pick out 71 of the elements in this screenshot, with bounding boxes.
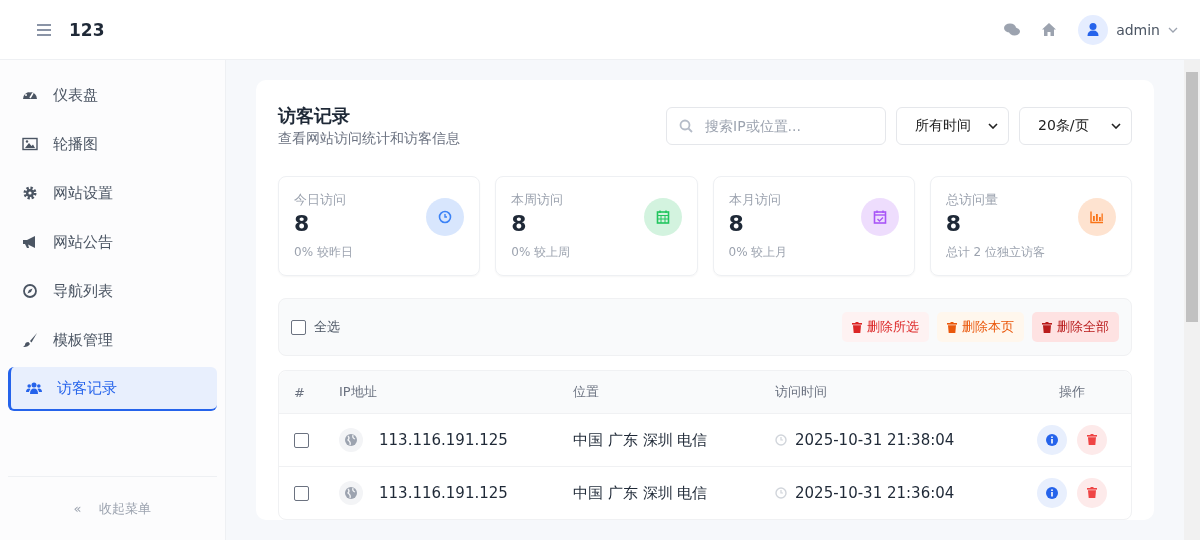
trash-icon[interactable] [1077, 425, 1107, 455]
stat-value: 8 [294, 211, 311, 236]
calendar-icon [643, 198, 682, 236]
ip-address: 113.116.191.125 [379, 431, 508, 449]
search-icon [679, 119, 693, 133]
stat-note: 0% 较上月 [728, 244, 788, 261]
compass-icon [22, 283, 38, 299]
chevron-down-icon [988, 123, 998, 129]
visit-time: 2025-10-31 21:36:04 [795, 484, 955, 502]
trash-icon [947, 321, 957, 333]
ip-address: 113.116.191.125 [379, 484, 508, 502]
globe-icon [339, 428, 363, 452]
image-icon [22, 136, 38, 152]
user-menu[interactable]: admin [1078, 14, 1178, 45]
chevron-down-icon [1168, 26, 1178, 33]
stat-value: 8 [728, 211, 745, 236]
info-icon[interactable] [1037, 478, 1067, 508]
column-header: 操作 [1058, 383, 1086, 401]
chart-icon [1078, 198, 1116, 236]
menu-icon[interactable] [37, 23, 51, 36]
delete-button[interactable]: 删除所选 [842, 312, 929, 342]
stat-note: 总计 2 位独立访客 [945, 244, 1045, 261]
row-checkbox[interactable] [294, 432, 309, 448]
column-header: 访问时间 [775, 383, 828, 401]
stat-label: 本月访问 [728, 191, 782, 209]
home-icon[interactable] [1042, 23, 1057, 36]
stat-note: 0% 较昨日 [294, 244, 353, 261]
users-icon [26, 380, 42, 396]
visit-time: 2025-10-31 21:38:04 [795, 431, 955, 449]
sidebar-item[interactable]: 网站设置 [8, 171, 217, 215]
sidebar-item[interactable]: 轮播图 [8, 122, 217, 166]
sidebar-item[interactable]: 访客记录 [8, 367, 217, 411]
sidebar-item[interactable]: 网站公告 [8, 220, 217, 264]
clock-icon [426, 198, 465, 236]
location-cell-text: 中国 广东 深圳 电信 [573, 430, 709, 450]
stat-value: 8 [511, 211, 528, 236]
column-header: 位置 [573, 383, 600, 401]
delete-button[interactable]: 删除全部 [1032, 312, 1119, 342]
trash-icon[interactable] [1077, 478, 1107, 508]
sidebar-item[interactable]: 导航列表 [8, 269, 217, 313]
location-cell-text: 中国 广东 深圳 电信 [573, 483, 709, 503]
calendar-check-icon [860, 198, 899, 236]
trash-icon [852, 321, 862, 333]
sidebar-item[interactable]: 模板管理 [8, 318, 217, 362]
trash-icon [1042, 321, 1052, 333]
brand-name: 123 [69, 19, 105, 40]
dropdown[interactable]: 20条/页 [1019, 107, 1132, 145]
info-icon[interactable] [1037, 425, 1067, 455]
chevron-down-icon [1111, 123, 1121, 129]
scrollbar[interactable] [1184, 60, 1200, 540]
stat-label: 总访问量 [945, 191, 999, 209]
stat-label: 今日访问 [294, 191, 347, 209]
gear-icon [22, 185, 38, 201]
select-all-checkbox[interactable]: 全选 [291, 318, 340, 336]
megaphone-icon [22, 234, 38, 250]
clock-icon [775, 434, 787, 446]
clock-icon [775, 487, 787, 499]
row-checkbox[interactable] [294, 485, 309, 501]
globe-icon [339, 481, 363, 505]
brush-icon [22, 332, 38, 348]
column-header: IP地址 [339, 383, 378, 401]
page-title: 访客记录 [278, 104, 351, 128]
stat-note: 0% 较上周 [511, 244, 571, 261]
page-subtitle: 查看网站访问统计和访客信息 [278, 130, 460, 148]
column-header: # [293, 384, 306, 400]
search-field[interactable]: 搜索IP或位置... [666, 107, 886, 145]
dropdown[interactable]: 所有时间 [896, 107, 1009, 145]
sidebar-item[interactable]: 仪表盘 [8, 73, 217, 117]
stat-label: 本周访问 [511, 191, 565, 209]
stat-value: 8 [945, 211, 963, 236]
avatar-icon [1078, 14, 1109, 45]
